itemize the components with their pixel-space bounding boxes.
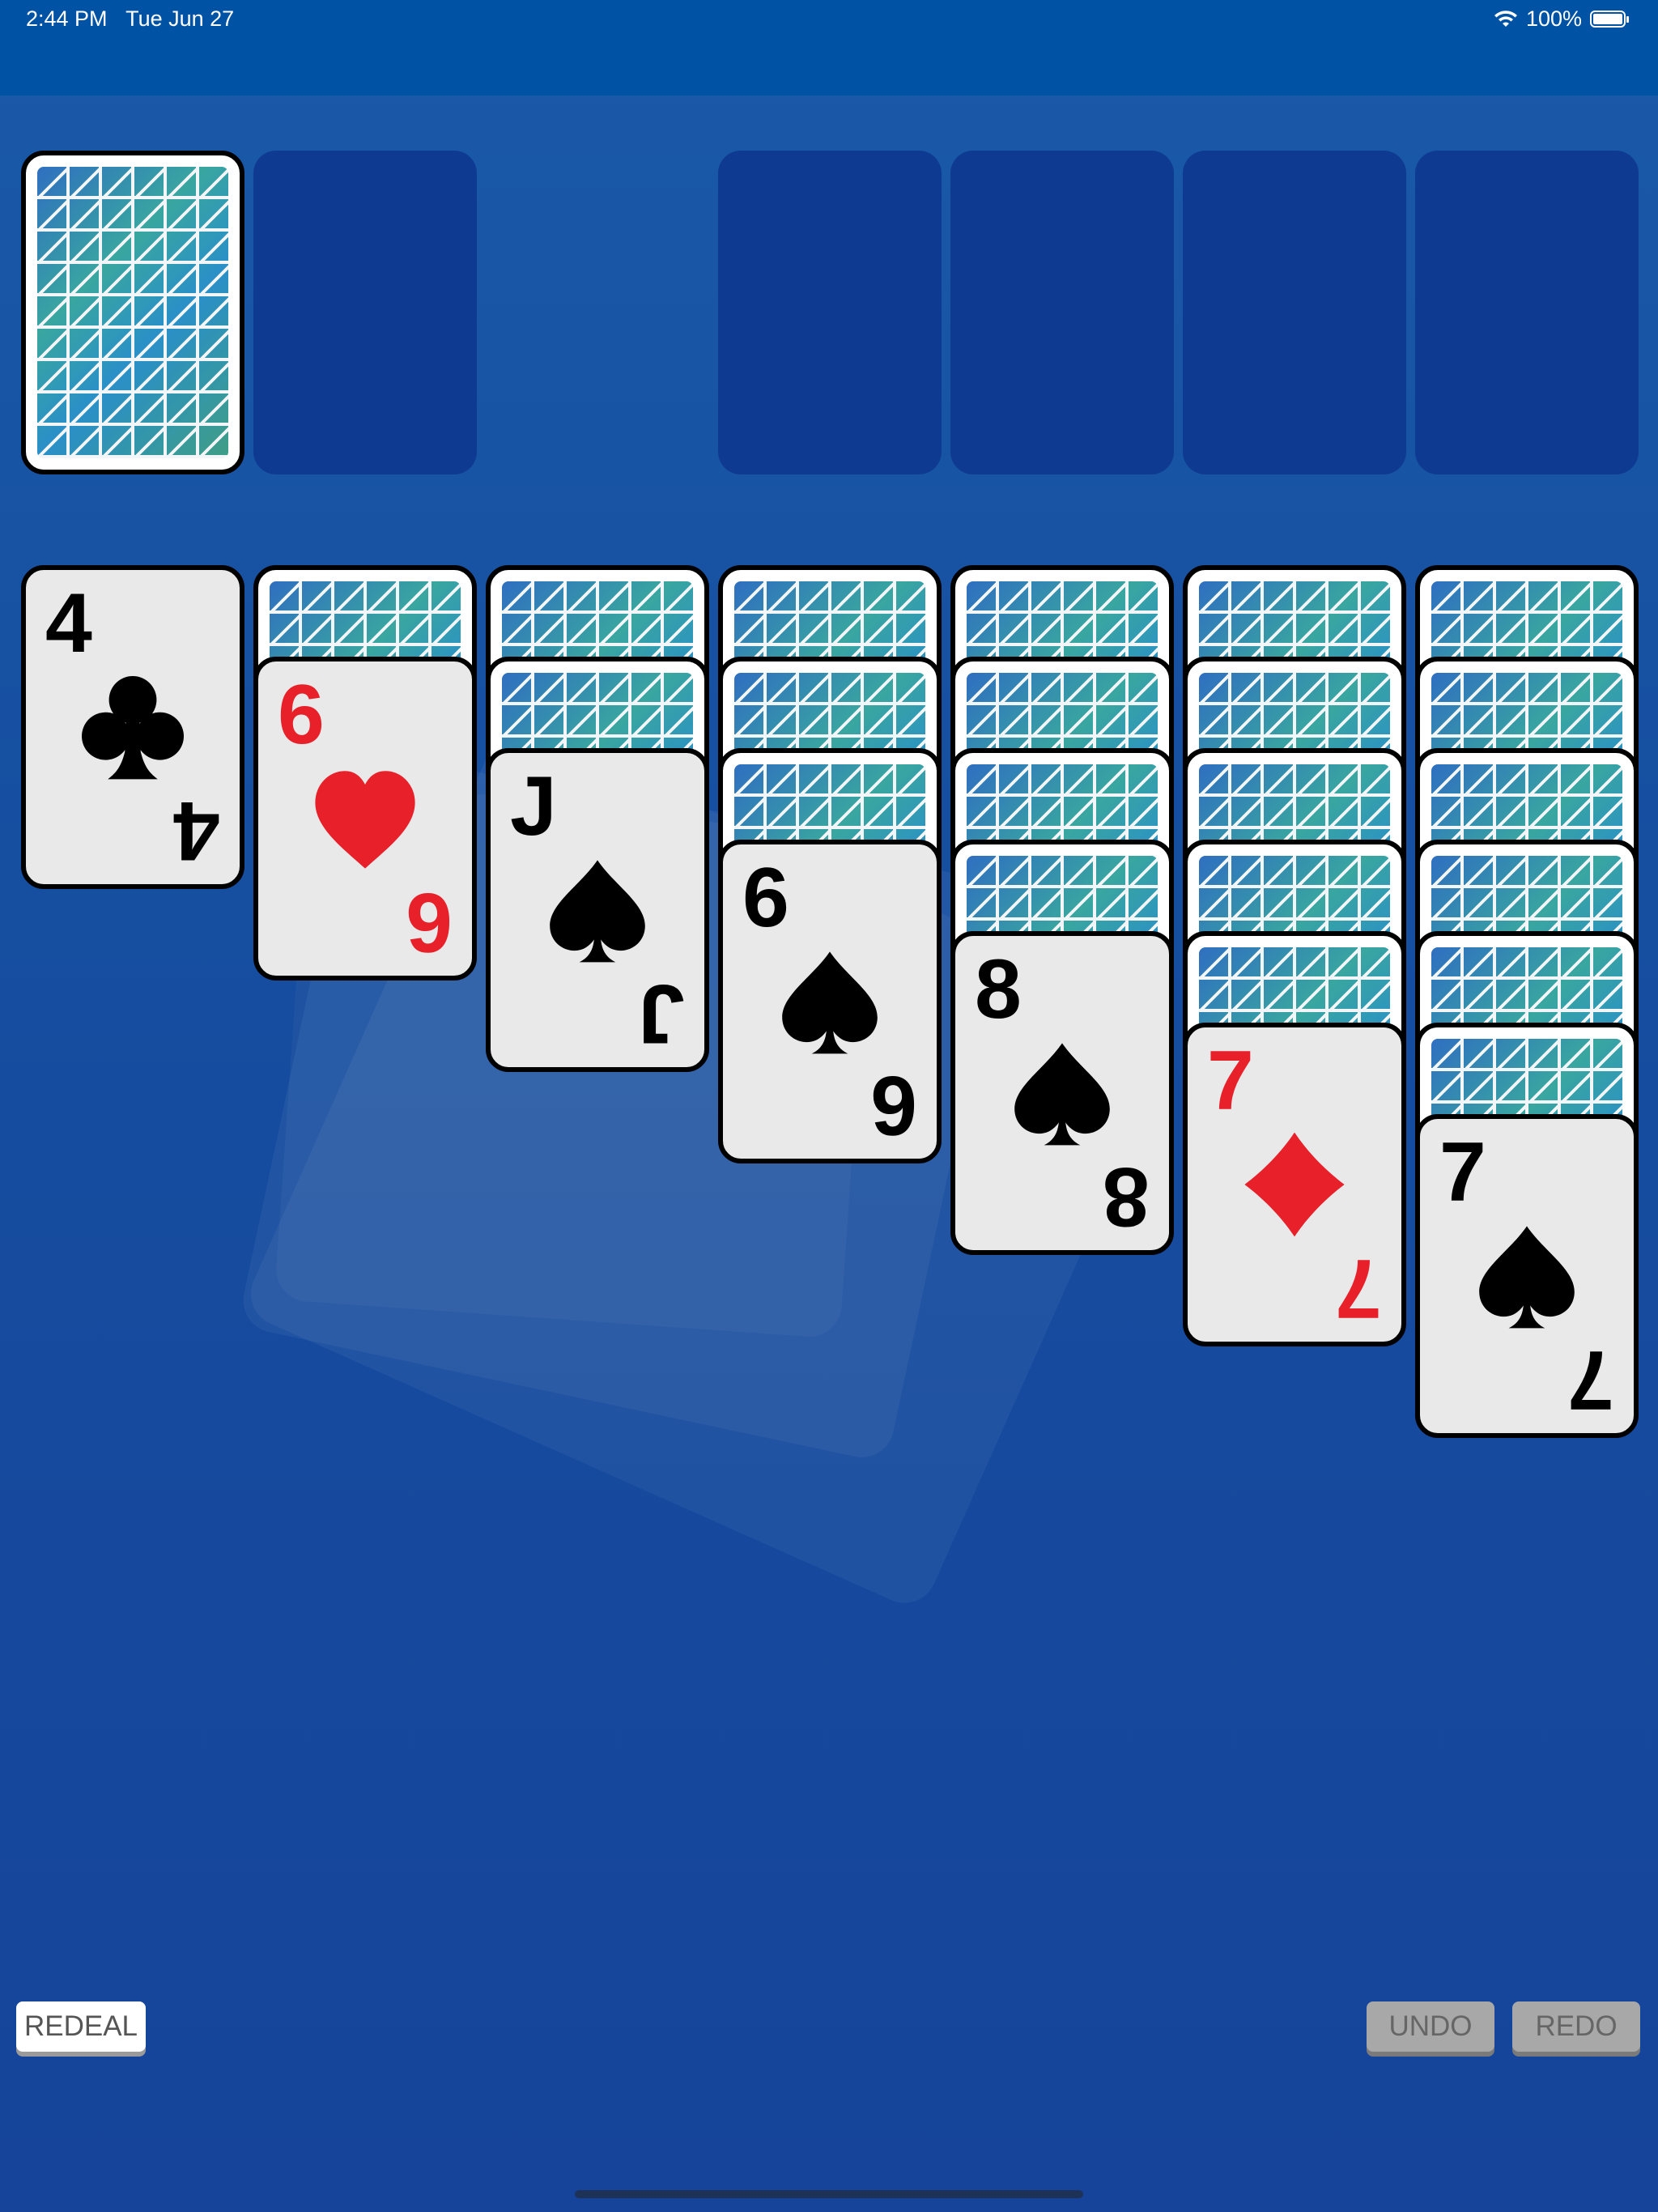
spade-icon [1470,1219,1584,1333]
diamond-icon [1238,1128,1351,1241]
date-text: Tue Jun 27 [125,6,235,31]
tableau-5-face-up-card[interactable]: 88 [950,931,1174,1255]
tableau-6-face-up-card[interactable]: 77 [1183,1023,1406,1346]
card-rank-inverted: 7 [1335,1241,1382,1335]
redo-button[interactable]: REDO [1512,2001,1640,2052]
card-rank: 6 [278,668,325,762]
spade-icon [1005,1036,1119,1150]
stock-pile[interactable] [21,151,244,474]
status-indicators: 100% [1494,6,1629,32]
spade-icon [541,853,654,967]
tableau-7-face-up-card[interactable]: 77 [1415,1114,1639,1438]
tableau-2-face-up-card[interactable]: 66 [253,657,477,981]
redeal-button[interactable]: REDEAL [16,2001,146,2052]
card-rank: 4 [45,576,92,670]
tableau-1-face-up-card[interactable]: 44 [21,565,244,889]
time-text: 2:44 PM [26,6,108,31]
tableau-4-face-up-card[interactable]: 66 [718,840,942,1163]
battery-icon [1590,11,1629,28]
wifi-icon [1494,10,1517,27]
card-rank: 7 [1207,1034,1254,1128]
card-rank: 6 [742,851,789,945]
card-rank-inverted: J [638,967,685,1061]
foundation-slot-4[interactable] [1415,151,1639,474]
card-rank-inverted: 8 [1103,1150,1150,1244]
undo-button[interactable]: UNDO [1367,2001,1494,2052]
card-rank-inverted: 4 [173,784,220,878]
top-bar: 2:44 PM Tue Jun 27 100% [0,0,1658,96]
card-back-pattern [37,167,228,458]
foundation-slot-2[interactable] [950,151,1174,474]
spade-icon [773,945,886,1058]
waste-pile[interactable] [253,151,477,474]
battery-percent: 100% [1525,6,1582,31]
status-time: 2:44 PM Tue Jun 27 [26,6,234,32]
card-rank-inverted: 6 [406,875,453,969]
club-icon [76,670,189,784]
card-rank: 8 [975,942,1022,1036]
card-rank-inverted: 7 [1567,1333,1614,1427]
home-indicator[interactable] [575,2190,1083,2198]
card-rank: 7 [1439,1125,1486,1219]
foundation-slot-1[interactable] [718,151,942,474]
card-rank-inverted: 6 [870,1058,917,1152]
card-rank: J [510,759,557,853]
heart-icon [308,762,422,875]
tableau-3-face-up-card[interactable]: JJ [486,748,709,1072]
foundation-slot-3[interactable] [1183,151,1406,474]
